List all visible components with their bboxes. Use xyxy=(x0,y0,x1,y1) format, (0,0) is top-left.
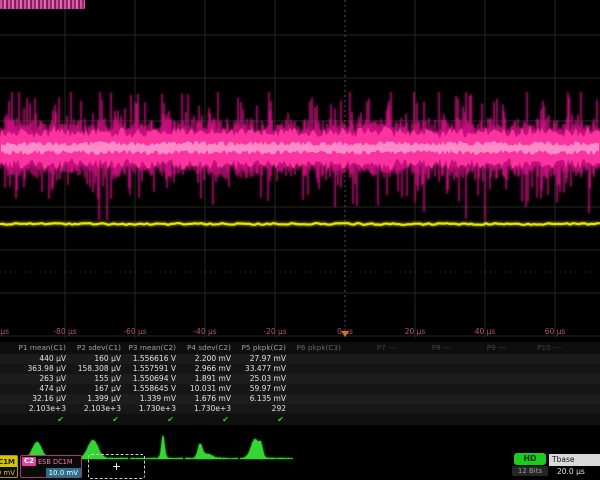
measure-status-P4: ✔ xyxy=(179,416,234,424)
measure-value-P3: 1.556616 V xyxy=(124,355,179,363)
measure-min-P5: 25.03 mV xyxy=(234,375,289,383)
c2-trace xyxy=(0,92,600,220)
measure-sdev-P3: 1.339 mV xyxy=(124,395,179,403)
time-axis-label: -100 µs xyxy=(0,326,9,338)
time-axis-label: -40 µs xyxy=(193,326,216,338)
measure-max-P3: 1.558645 V xyxy=(124,385,179,393)
measure-min-P4: 1.891 mV xyxy=(179,375,234,383)
measure-num-P2: 2.103e+3 xyxy=(69,405,124,413)
measurement-table: P1 mean(C1)P2 sdev(C1)P3 mean(C2)P4 sdev… xyxy=(0,342,600,425)
measure-sdev-P4: 1.676 mV xyxy=(179,395,234,403)
measure-value-P2: 160 µV xyxy=(69,355,124,363)
plus-icon: + xyxy=(112,460,121,473)
measure-value-P4: 2.200 mV xyxy=(179,355,234,363)
measure-header-P4[interactable]: P4 sdev(C2) xyxy=(179,344,234,351)
time-axis: -100 µs-80 µs-60 µs-40 µs-20 µs0 µs20 µs… xyxy=(0,326,600,338)
hd-badge: HD xyxy=(514,453,546,465)
measure-header-P2[interactable]: P2 sdev(C1) xyxy=(69,344,124,351)
measure-max-P2: 167 µV xyxy=(69,385,124,393)
measure-num-P4: 1.730e+3 xyxy=(179,405,234,413)
measure-num-P5: 292 xyxy=(234,405,289,413)
hd-bits-label: 12 Bits xyxy=(512,466,548,476)
measure-mean-P5: 33.477 mV xyxy=(234,365,289,373)
measure-status-P5: ✔ xyxy=(234,416,289,424)
measure-min-P3: 1.550694 V xyxy=(124,375,179,383)
oscilloscope-screen: -100 µs-80 µs-60 µs-40 µs-20 µs0 µs20 µs… xyxy=(0,0,600,480)
c2-scale: 10.0 mV xyxy=(46,468,81,478)
c2-channel-chip: C2 xyxy=(22,457,36,466)
measure-mean-P1: 363.98 µV xyxy=(14,365,69,373)
measure-max-P5: 59.97 mV xyxy=(234,385,289,393)
measure-min-P2: 155 µV xyxy=(69,375,124,383)
clipped-overlay-label xyxy=(0,0,85,9)
measure-status-P1: ✔ xyxy=(14,416,69,424)
time-axis-label: -20 µs xyxy=(263,326,286,338)
measure-sdev-P2: 1.399 µV xyxy=(69,395,124,403)
c1-title: C1 DC1M xyxy=(0,458,15,466)
measure-status-P3: ✔ xyxy=(124,416,179,424)
measure-value-P5: 27.97 mV xyxy=(234,355,289,363)
channel-descriptor-c2[interactable]: C2 ESB DC1M 10.0 mV xyxy=(20,455,82,478)
measure-num-P1: 2.103e+3 xyxy=(14,405,69,413)
channel-descriptor-c1[interactable]: C1 DC1M 10.0 mV xyxy=(0,455,18,478)
c2-coupling-label: ESB DC1M xyxy=(38,458,73,466)
measure-status-P2: ✔ xyxy=(69,416,124,424)
trigger-position-marker xyxy=(341,331,349,337)
add-trace-button[interactable]: + xyxy=(88,454,145,479)
measure-mean-P4: 2.966 mV xyxy=(179,365,234,373)
measure-header-P9[interactable]: P9 --- xyxy=(454,344,509,351)
measure-header-P8[interactable]: P8 --- xyxy=(399,344,454,351)
measure-max-P4: 10.031 mV xyxy=(179,385,234,393)
measure-header-P5[interactable]: P5 pkpk(C2) xyxy=(234,344,289,351)
time-axis-label: 60 µs xyxy=(545,326,566,338)
measure-max-P1: 474 µV xyxy=(14,385,69,393)
timebase-value: 20.0 µs xyxy=(549,466,600,478)
measure-mean-P3: 1.557591 V xyxy=(124,365,179,373)
measure-header-P3[interactable]: P3 mean(C2) xyxy=(124,344,179,351)
timebase-label: Tbase xyxy=(549,454,600,466)
measure-min-P1: 263 µV xyxy=(14,375,69,383)
c1-trace xyxy=(0,223,600,225)
measure-header-P7[interactable]: P7 --- xyxy=(344,344,399,351)
time-axis-label: 20 µs xyxy=(405,326,426,338)
measure-header-P10[interactable]: P10 --- xyxy=(509,344,564,351)
measure-header-P6[interactable]: P6 pkpk(C3) xyxy=(289,344,344,351)
measure-value-P1: 440 µV xyxy=(14,355,69,363)
measure-num-P3: 1.730e+3 xyxy=(124,405,179,413)
measure-sdev-P5: 6.135 mV xyxy=(234,395,289,403)
measure-mean-P2: 158.308 µV xyxy=(69,365,124,373)
hd-mode-indicator[interactable]: HD 12 Bits xyxy=(512,453,548,476)
time-axis-label: 40 µs xyxy=(475,326,496,338)
measure-sdev-P1: 32.16 µV xyxy=(14,395,69,403)
time-axis-label: -60 µs xyxy=(123,326,146,338)
measure-header-P1[interactable]: P1 mean(C1) xyxy=(14,344,69,351)
c1-scale: 10.0 mV xyxy=(0,469,15,477)
timebase-descriptor[interactable]: Tbase 20.0 µs xyxy=(549,454,600,478)
time-axis-label: -80 µs xyxy=(53,326,76,338)
